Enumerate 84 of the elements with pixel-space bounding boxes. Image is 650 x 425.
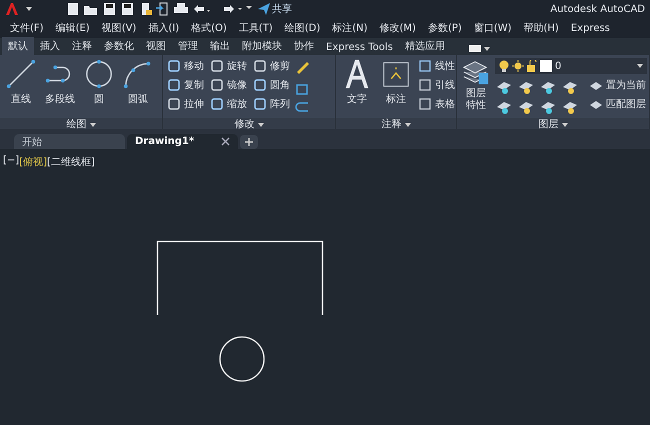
caret-icon[interactable]	[26, 7, 32, 11]
modify-tool-button[interactable]: 缩放	[209, 96, 248, 112]
window-title: Autodesk AutoCAD	[550, 4, 645, 14]
lock-icon	[527, 60, 537, 72]
menu-item[interactable]: 插入(I)	[148, 21, 180, 35]
viewport-control[interactable]: [俯视]	[19, 155, 47, 169]
annotate-tool-button[interactable]: 线性	[417, 58, 456, 74]
tool-icon	[253, 97, 267, 111]
file-tab[interactable]: 开始	[14, 134, 125, 149]
new-tab-icon[interactable]	[240, 135, 258, 149]
tool-icon	[418, 59, 432, 73]
menu-item[interactable]: 编辑(E)	[56, 21, 90, 35]
share-button[interactable]: 共享	[258, 2, 292, 16]
tool-icon	[210, 78, 224, 92]
panel-title[interactable]: 修改	[234, 118, 254, 132]
menu-item[interactable]: 工具(T)	[238, 21, 273, 35]
display-toggle-icon[interactable]	[468, 45, 490, 52]
ribbon-tab[interactable]: 参数化	[98, 37, 140, 55]
layer-tool-button[interactable]: 置为当前	[588, 77, 647, 93]
modify-tool-button[interactable]: 拉伸	[166, 96, 205, 112]
layer-tool-button[interactable]: 匹配图层	[588, 96, 647, 112]
ribbon-tab[interactable]: 输出	[204, 37, 236, 55]
annotate-tool-button[interactable]: 引线	[417, 77, 456, 93]
circle-icon	[83, 58, 115, 90]
modify-tool-button[interactable]: 阵列	[252, 96, 291, 112]
ribbon-tab[interactable]: 附加模块	[236, 37, 288, 55]
tool-icon	[167, 97, 181, 111]
viewport-control[interactable]: [二维线框]	[47, 155, 95, 169]
draw-tool-button[interactable]: 圆弧	[120, 58, 156, 106]
ribbon-tab[interactable]: 视图	[140, 37, 172, 55]
layer-dropdown[interactable]: 0	[495, 58, 647, 74]
menu-item[interactable]: 修改(M)	[380, 21, 416, 35]
line-icon	[5, 58, 37, 90]
panel-title[interactable]: 图层	[538, 118, 558, 132]
tool-icon	[167, 59, 181, 73]
ribbon-tab[interactable]: 默认	[2, 37, 34, 55]
color-swatch-icon	[540, 60, 552, 72]
panel-title[interactable]: 注释	[382, 118, 402, 132]
tool-icon	[167, 78, 181, 92]
circle-drawing	[219, 336, 265, 382]
modify-tool-button[interactable]: 旋转	[209, 58, 248, 74]
menu-item[interactable]: 帮助(H)	[524, 21, 559, 35]
ribbon-tab[interactable]: 注释	[66, 37, 98, 55]
menu-item[interactable]: 视图(V)	[102, 21, 136, 35]
tool-icon	[253, 78, 267, 92]
modify-tool-button[interactable]: 移动	[166, 58, 205, 74]
annotate-tool-button[interactable]: 标注	[378, 58, 414, 106]
tool-icon	[418, 97, 432, 111]
annotate-tool-button[interactable]: 文字	[339, 58, 375, 106]
ribbon-tab[interactable]: Express Tools	[320, 40, 399, 55]
drawing-canvas[interactable]: [−][俯视][二维线框]	[0, 149, 650, 425]
layer-properties-button[interactable]: 图层特性	[460, 58, 492, 112]
menu-item[interactable]: Express	[570, 22, 610, 34]
annotate-tool-button[interactable]: 表格	[417, 96, 456, 112]
ribbon-tab[interactable]: 精选应用	[398, 37, 451, 55]
tool-icon	[210, 59, 224, 73]
menu-item[interactable]: 参数(P)	[428, 21, 462, 35]
close-icon[interactable]	[221, 137, 230, 146]
file-tab[interactable]: Drawing1*	[127, 134, 238, 149]
menu-item[interactable]: 文件(F)	[10, 21, 44, 35]
menu-item[interactable]: 格式(O)	[191, 21, 227, 35]
draw-tool-button[interactable]: 多段线	[42, 58, 78, 106]
tool-icon	[210, 97, 224, 111]
modify-tool-button[interactable]: 镜像	[209, 77, 248, 93]
menu-item[interactable]: 标注(N)	[332, 21, 368, 35]
panel-title[interactable]: 绘图	[66, 118, 86, 132]
tool-icon	[418, 78, 432, 92]
tool-icon	[253, 59, 267, 73]
sun-icon	[512, 60, 524, 72]
draw-tool-button[interactable]: 圆	[81, 58, 117, 106]
viewport-control[interactable]: [−]	[3, 155, 20, 169]
ribbon-tab[interactable]: 插入	[34, 37, 66, 55]
modify-tool-button[interactable]: 圆角	[252, 77, 291, 93]
ribbon-tab[interactable]: 管理	[172, 37, 204, 55]
draw-tool-button[interactable]: 直线	[3, 58, 39, 106]
caret-icon	[637, 64, 643, 68]
paper-plane-icon	[258, 3, 270, 15]
menu-item[interactable]: 窗口(W)	[474, 21, 512, 35]
menu-item[interactable]: 绘图(D)	[284, 21, 320, 35]
app-logo-icon[interactable]	[5, 2, 19, 16]
ribbon-tab[interactable]: 协作	[288, 37, 320, 55]
lightbulb-icon	[499, 60, 509, 72]
modify-tool-button[interactable]: 复制	[166, 77, 205, 93]
modify-tool-button[interactable]: 修剪	[252, 58, 291, 74]
